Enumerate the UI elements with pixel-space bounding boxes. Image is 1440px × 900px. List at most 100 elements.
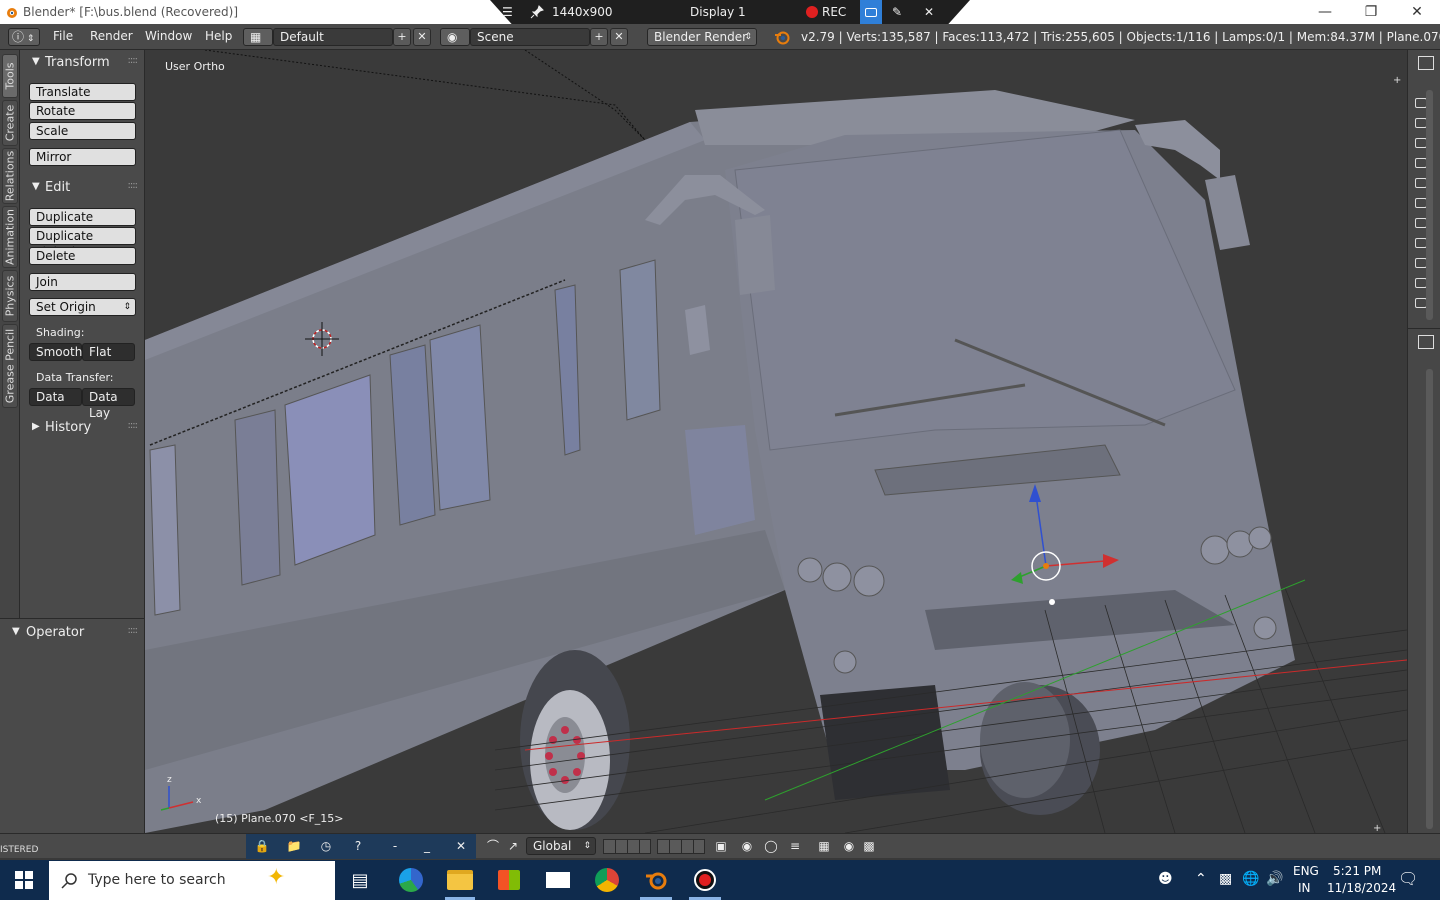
minus-icon[interactable]: - [386, 838, 404, 855]
taskbar-mail[interactable] [544, 866, 572, 894]
recorder-close-icon[interactable]: ✕ [924, 0, 934, 24]
curve-icon[interactable]: ⌒ [484, 838, 502, 855]
outliner-editor-icon[interactable] [1418, 56, 1434, 70]
menu-render[interactable]: Render [90, 29, 133, 43]
data-layout-transfer-button[interactable]: Data Lay [82, 388, 135, 420]
people-icon[interactable]: ☻ [1158, 871, 1173, 887]
delete-scene-button[interactable]: ✕ [610, 28, 628, 46]
help-icon[interactable]: ? [349, 838, 367, 855]
taskbar-blender[interactable] [642, 866, 670, 894]
taskbar-recorder[interactable] [691, 866, 719, 894]
menu-window[interactable]: Window [145, 29, 192, 43]
task-view-button[interactable]: ▤ [346, 866, 374, 894]
scene-icon-button[interactable]: ◉ [440, 28, 470, 46]
menu-help[interactable]: Help [205, 29, 232, 43]
scale-button[interactable]: Scale [29, 122, 136, 140]
minimize-icon[interactable]: _ [418, 838, 436, 855]
tab-animation[interactable]: Animation [2, 206, 18, 268]
taskbar-file-explorer[interactable] [445, 866, 475, 894]
network-globe-icon[interactable]: 🌐 [1242, 871, 1259, 887]
lock-icon[interactable]: 🔒 [253, 838, 271, 855]
join-button[interactable]: Join [29, 273, 136, 291]
plus-icon: + [397, 30, 407, 43]
taskbar-edge[interactable] [397, 866, 425, 894]
screen-layout-field[interactable]: Default [273, 28, 393, 46]
language-indicator-line2[interactable]: IN [1298, 881, 1311, 895]
snap-target-icon[interactable]: ▦ [815, 838, 833, 855]
clock-date[interactable]: 11/18/2024 [1327, 881, 1396, 895]
close-icon[interactable]: ✕ [452, 838, 470, 855]
duplicate-button[interactable]: Duplicate [29, 208, 136, 226]
render-icon[interactable]: ◉ [840, 838, 858, 855]
shade-flat-button[interactable]: Flat [82, 343, 135, 361]
layer-buttons-1[interactable] [603, 839, 651, 854]
drag-grip-icon[interactable]: :::: [128, 180, 139, 191]
layer-buttons-2[interactable] [657, 839, 705, 854]
delete-button[interactable]: Delete [29, 247, 136, 265]
render-engine-select[interactable]: Blender Render ⇕ [647, 28, 757, 46]
language-indicator-line1[interactable]: ENG [1293, 864, 1319, 878]
drag-grip-icon[interactable]: :::: [128, 625, 139, 636]
drag-grip-icon[interactable]: :::: [128, 420, 139, 431]
shade-smooth-button[interactable]: Smooth [29, 343, 82, 361]
show-hidden-icons-chevron-icon[interactable]: ⌃ [1195, 871, 1207, 887]
outliner-strip[interactable] [1407, 50, 1440, 328]
panel-history-header[interactable]: ▶ History :::: [20, 417, 145, 437]
recorder-display[interactable]: Display 1 [690, 0, 746, 24]
properties-strip[interactable] [1407, 328, 1440, 858]
transform-orientation-select[interactable]: Global ⇕ [526, 837, 596, 855]
add-screen-button[interactable]: + [393, 28, 411, 46]
outliner-scrollbar[interactable] [1426, 90, 1433, 320]
3d-viewport[interactable]: z x + + User Ortho (15) Plane.070 <F_15> [145, 50, 1407, 833]
tab-create[interactable]: Create [2, 100, 18, 146]
add-scene-button[interactable]: + [590, 28, 608, 46]
translate-button[interactable]: Translate [29, 83, 136, 101]
tab-relations[interactable]: Relations [2, 148, 18, 204]
clapper-icon[interactable]: ▩ [860, 838, 878, 855]
history-icon[interactable]: ◷ [317, 838, 335, 855]
data-transfer-button[interactable]: Data [29, 388, 82, 406]
pin-icon[interactable] [530, 0, 544, 24]
screen-layout-icon-button[interactable]: ▦ [243, 28, 273, 46]
tab-tools[interactable]: Tools [2, 54, 18, 98]
set-origin-dropdown[interactable]: Set Origin ⇕ [29, 298, 136, 316]
task-view-icon: ▤ [351, 869, 369, 891]
properties-editor-icon[interactable] [1418, 335, 1434, 349]
tab-physics[interactable]: Physics [2, 270, 18, 322]
layer-lock-icon[interactable]: ▣ [712, 838, 730, 855]
volume-icon[interactable]: 🔊 [1266, 871, 1283, 887]
taskbar-search[interactable]: Type here to search ✦ [49, 861, 335, 900]
snap-icon[interactable]: ≡ [786, 838, 804, 855]
minimize-button[interactable]: — [1302, 0, 1348, 24]
restore-button[interactable]: ❐ [1348, 0, 1394, 24]
editor-type-info-button[interactable]: ⓘ ⇕ [8, 28, 40, 46]
duplicate-linked-button[interactable]: Duplicate Linked [29, 227, 136, 259]
rotate-button[interactable]: Rotate [29, 102, 136, 120]
menu-file[interactable]: File [53, 29, 73, 43]
taskbar-store[interactable] [495, 866, 523, 894]
panel-edit-header[interactable]: ▼ Edit :::: [20, 177, 145, 197]
taskbar-chrome[interactable] [593, 866, 621, 894]
rec-button[interactable]: REC [806, 0, 846, 24]
pivot-icon[interactable]: ◉ [738, 838, 756, 855]
manipulator-icon[interactable]: ↗ [504, 838, 522, 855]
panel-operator-header[interactable]: ▼ Operator :::: [0, 622, 145, 642]
mirror-button[interactable]: Mirror [29, 148, 136, 166]
close-button[interactable]: ✕ [1394, 0, 1440, 24]
panel-transform-header[interactable]: ▼ Transform :::: [20, 52, 145, 72]
delete-screen-button[interactable]: ✕ [413, 28, 431, 46]
pen-icon[interactable]: ✎ [892, 0, 902, 24]
tab-grease-pencil-label: Grease Pencil [3, 328, 17, 404]
proportional-edit-icon[interactable]: ◯ [762, 838, 780, 855]
camera-capture-button[interactable] [860, 0, 882, 24]
folder-icon[interactable]: 📁 [285, 838, 303, 855]
meet-now-icon[interactable]: ▩ [1219, 871, 1232, 887]
clock-time[interactable]: 5:21 PM [1333, 864, 1381, 878]
notification-icon[interactable]: 🗨 [1398, 869, 1418, 888]
drag-grip-icon[interactable]: :::: [128, 55, 139, 66]
svg-text:x: x [196, 796, 202, 806]
tab-grease-pencil[interactable]: Grease Pencil [2, 324, 18, 408]
properties-scrollbar[interactable] [1426, 369, 1433, 829]
start-button[interactable] [10, 866, 38, 894]
scene-field[interactable]: Scene [470, 28, 590, 46]
